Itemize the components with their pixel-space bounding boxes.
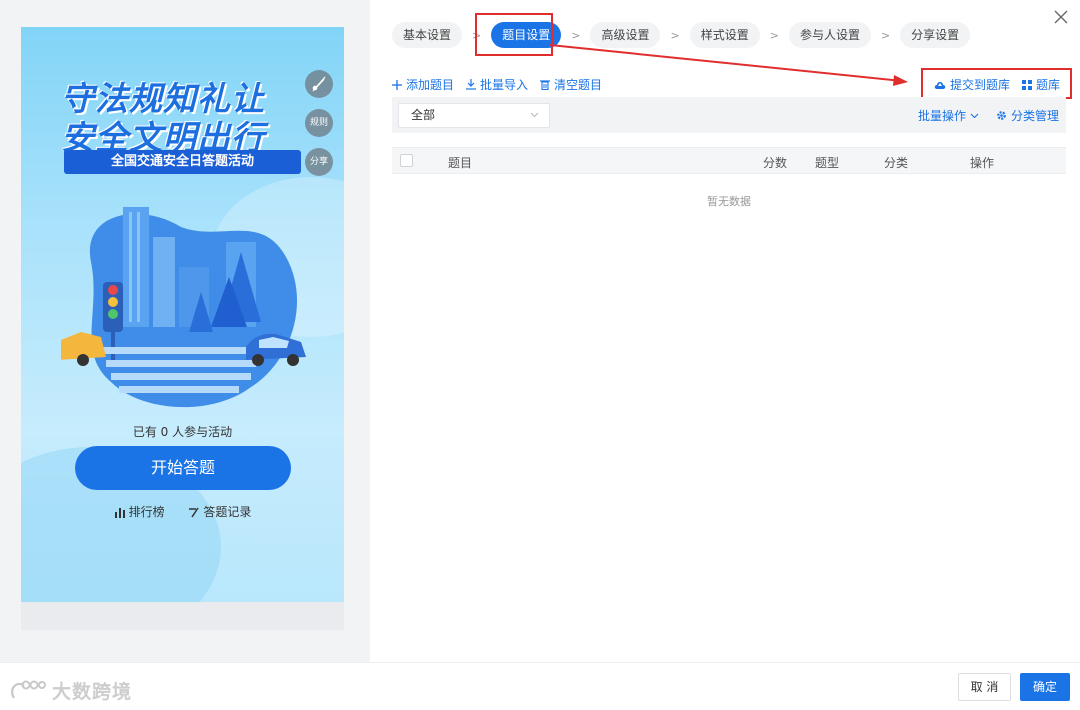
question-toolbar: 添加题目 批量导入 清空题目	[392, 76, 614, 93]
records-link-label: 答题记录	[203, 505, 252, 519]
gear-icon	[997, 111, 1006, 120]
column-header-question: 题目	[448, 156, 473, 170]
submit-to-bank-button[interactable]: 提交到题库	[934, 76, 1010, 93]
select-all-checkbox[interactable]	[400, 154, 413, 167]
clear-questions-label: 清空题目	[554, 78, 603, 92]
cancel-button[interactable]: 取 消	[958, 673, 1011, 701]
batch-ops-dropdown[interactable]: 批量操作	[918, 107, 979, 124]
category-management-label: 分类管理	[1011, 109, 1060, 123]
rules-button[interactable]: 规则	[305, 109, 333, 137]
clear-questions-button[interactable]: 清空题目	[540, 76, 602, 93]
add-question-label: 添加题目	[406, 78, 455, 92]
ranking-link-label: 排行榜	[128, 505, 165, 519]
records-link[interactable]: 答题记录	[188, 503, 251, 520]
column-header-category: 分类	[884, 156, 909, 170]
grid-icon	[1022, 79, 1033, 90]
bar-chart-icon	[114, 507, 125, 518]
edit-icon	[189, 507, 200, 517]
column-header-actions: 操作	[970, 156, 995, 170]
trash-icon	[540, 80, 551, 90]
chevron-down-icon	[530, 112, 539, 118]
category-select-value: 全部	[411, 108, 436, 122]
footer: 大数跨境 取 消 确定	[0, 662, 1080, 710]
watermark-logo-icon	[11, 680, 46, 699]
category-select[interactable]: 全部	[398, 103, 550, 128]
download-icon	[466, 79, 477, 90]
start-quiz-button[interactable]: 开始答题	[75, 446, 291, 490]
batch-ops-label: 批量操作	[918, 109, 967, 123]
batch-import-button[interactable]: 批量导入	[466, 76, 528, 93]
preview-bottom-strip	[21, 602, 344, 630]
question-bank-button[interactable]: 题库	[1022, 76, 1060, 93]
batch-import-label: 批量导入	[480, 78, 529, 92]
column-header-score: 分数	[763, 156, 788, 170]
confirm-button[interactable]: 确定	[1020, 673, 1070, 701]
watermark-text: 大数跨境	[52, 681, 133, 703]
city-traffic-illustration	[61, 207, 306, 408]
watermark: 大数跨境	[10, 677, 132, 704]
question-table-header: 题目 分数 题型 分类 操作	[392, 147, 1066, 174]
music-icon	[312, 76, 326, 92]
question-bank-toolbar: 提交到题库 题库	[934, 76, 1072, 93]
empty-state-text: 暂无数据	[707, 195, 751, 208]
participants-count: 已有 0 人参与活动	[132, 425, 233, 439]
plus-icon	[392, 79, 402, 90]
preview-subtitle: 全国交通安全日答题活动	[64, 150, 301, 174]
preview-pane: 守法规知礼让 安全文明出行 全国交通安全日答题活动 规则 分享 已有 0 人参与…	[0, 0, 370, 662]
step-basic[interactable]: 基本设置	[392, 22, 463, 48]
cloud-upload-icon	[934, 81, 946, 89]
submit-to-bank-label: 提交到题库	[950, 78, 1011, 92]
column-header-type: 题型	[815, 156, 840, 170]
music-button[interactable]	[305, 70, 333, 98]
chevron-down-icon	[970, 113, 979, 118]
close-icon[interactable]	[1054, 10, 1068, 24]
preview-links: 排行榜 答题记录	[21, 503, 344, 521]
ranking-link[interactable]: 排行榜	[114, 503, 165, 520]
add-question-button[interactable]: 添加题目	[392, 76, 454, 93]
mobile-preview: 守法规知礼让 安全文明出行 全国交通安全日答题活动 规则 分享 已有 0 人参与…	[21, 27, 344, 602]
app-root: 守法规知礼让 安全文明出行 全国交通安全日答题活动 规则 分享 已有 0 人参与…	[0, 0, 1080, 710]
question-bank-label: 题库	[1036, 78, 1061, 92]
share-button[interactable]: 分享	[305, 148, 333, 176]
filter-bar: 全部 批量操作 分类管理	[392, 97, 1066, 133]
category-management-button[interactable]: 分类管理	[996, 107, 1059, 124]
